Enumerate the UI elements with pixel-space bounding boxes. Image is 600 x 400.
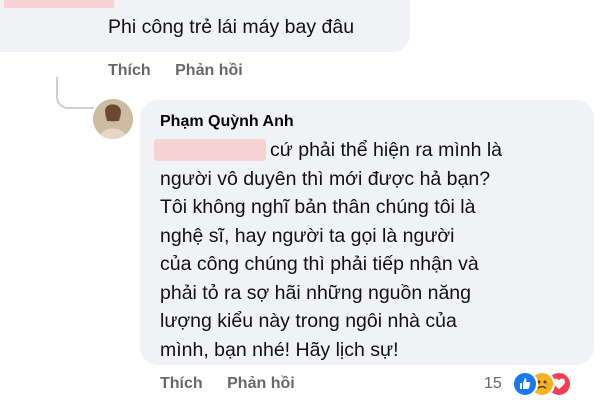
redacted-name bbox=[4, 0, 114, 8]
reply-text-line: mình, bạn nhé! Hãy lịch sự! bbox=[160, 338, 399, 361]
reply-author-name[interactable]: Phạm Quỳnh Anh bbox=[160, 113, 294, 131]
reply-comment-actions: Thích Phản hồi bbox=[160, 375, 315, 393]
reply-text-line: Tôi không nghĩ bản thân chúng tôi là bbox=[160, 196, 476, 218]
parent-comment-text: Phi công trẻ lái máy bay đâu bbox=[108, 16, 355, 38]
reply-text-line: phải tỏ ra sợ hãi những nguồn năng bbox=[160, 281, 471, 304]
reply-text-line: của công chúng thì phải tiếp nhận và bbox=[160, 253, 479, 275]
reply-text-line: nghệ sĩ, hay người ta gọi là người bbox=[160, 224, 455, 247]
parent-comment-actions: Thích Phản hồi bbox=[108, 62, 263, 80]
avatar[interactable] bbox=[93, 99, 133, 139]
comment-thread: Phi công trẻ lái máy bay đâu Thích Phản … bbox=[0, 0, 600, 400]
reply-text-line: người vô duyên thì mới được hả bạn? bbox=[160, 167, 491, 190]
like-icon bbox=[512, 371, 538, 397]
reaction-icons[interactable] bbox=[512, 371, 572, 397]
reply-link[interactable]: Phản hồi bbox=[175, 62, 243, 80]
reply-text-line: lượng kiểu này trong ngôi nhà của bbox=[160, 310, 457, 332]
avatar-image bbox=[93, 99, 133, 139]
reply-comment-text: cứ phải thể hiện ra mình là người vô duy… bbox=[160, 136, 580, 364]
like-link[interactable]: Thích bbox=[160, 375, 203, 393]
like-link[interactable]: Thích bbox=[108, 62, 151, 80]
reply-link[interactable]: Phản hồi bbox=[227, 375, 295, 393]
reply-text-line: cứ phải thể hiện ra mình là bbox=[270, 139, 503, 161]
thread-connector-line bbox=[56, 77, 94, 109]
reaction-count[interactable]: 15 bbox=[484, 375, 502, 393]
